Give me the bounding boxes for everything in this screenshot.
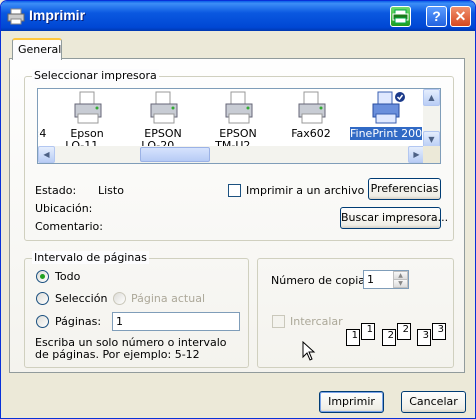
- print-to-file-checkbox[interactable]: [228, 184, 241, 197]
- find-printer-button[interactable]: Buscar impresora...: [340, 207, 448, 229]
- copies-label: Número de copias:: [271, 274, 375, 287]
- printer-icon: [150, 91, 178, 124]
- current-page-radio: [113, 292, 126, 305]
- window-title: Imprimir: [29, 7, 86, 23]
- print-button[interactable]: Imprimir: [319, 391, 384, 413]
- status-value: Listo: [98, 184, 124, 197]
- page-icon: 3: [417, 329, 431, 346]
- preferences-button[interactable]: Preferencias: [368, 178, 441, 200]
- printer-icon: [7, 8, 25, 25]
- printer-icon: [298, 91, 326, 124]
- copies-down-button[interactable]: ▼: [393, 279, 408, 288]
- pages-label[interactable]: Páginas:: [55, 315, 101, 328]
- collate-label: Intercalar: [290, 315, 343, 328]
- select-printer-label: Seleccionar impresora: [32, 69, 159, 82]
- location-label: Ubicación:: [35, 202, 93, 215]
- page-range-hint: Escriba un solo número o intervalo de pá…: [35, 336, 227, 361]
- cancel-button[interactable]: Cancelar: [401, 391, 466, 413]
- pages-input[interactable]: 1: [112, 312, 240, 331]
- selection-radio[interactable]: [36, 292, 49, 305]
- pages-radio[interactable]: [36, 315, 49, 328]
- page-icon: 2: [397, 323, 411, 340]
- collate-checkbox: [272, 315, 285, 328]
- printer-name: Fax602: [291, 127, 331, 140]
- mouse-cursor-icon: [302, 341, 316, 361]
- printer-list-vscroll[interactable]: ▲ ▼: [423, 89, 440, 148]
- print-dialog: Imprimir ? ✕ General Seleccionar impreso…: [0, 0, 476, 419]
- scroll-left-button[interactable]: ◀: [38, 146, 55, 163]
- tab-general-label: General: [18, 43, 62, 56]
- status-label: Estado:: [35, 184, 77, 197]
- page-icon: 3: [432, 323, 446, 340]
- scroll-thumb[interactable]: [140, 147, 210, 162]
- fineprint-icon[interactable]: [390, 6, 411, 27]
- default-printer-icon: [372, 91, 405, 124]
- scroll-corner: [423, 146, 440, 163]
- page-icon: 1: [346, 329, 360, 346]
- all-pages-radio[interactable]: [36, 270, 49, 283]
- page-range-label: Intervalo de páginas: [32, 251, 149, 264]
- scroll-up-button[interactable]: ▲: [423, 89, 440, 106]
- title-bar[interactable]: Imprimir ? ✕: [1, 1, 475, 31]
- help-button[interactable]: ?: [426, 6, 447, 27]
- selection-label[interactable]: Selección: [55, 292, 107, 305]
- printer-icon: [74, 91, 102, 124]
- printer-list[interactable]: :4 Epson LQ-11... EPSON LQ-20...: [37, 88, 441, 164]
- print-to-file-label[interactable]: Imprimir a un archivo: [246, 184, 364, 197]
- printer-list-hscroll[interactable]: ◀ ▶: [38, 146, 425, 163]
- close-button[interactable]: ✕: [450, 6, 471, 27]
- printer-name: FinePrint 2000: [350, 127, 430, 140]
- current-page-label: Página actual: [131, 292, 205, 305]
- all-pages-label[interactable]: Todo: [55, 270, 80, 283]
- page-icon: 1: [361, 323, 375, 340]
- printer-icon: [225, 91, 253, 124]
- page-icon: 2: [382, 329, 396, 346]
- tab-general[interactable]: General: [12, 38, 62, 60]
- comment-label: Comentario:: [35, 220, 103, 233]
